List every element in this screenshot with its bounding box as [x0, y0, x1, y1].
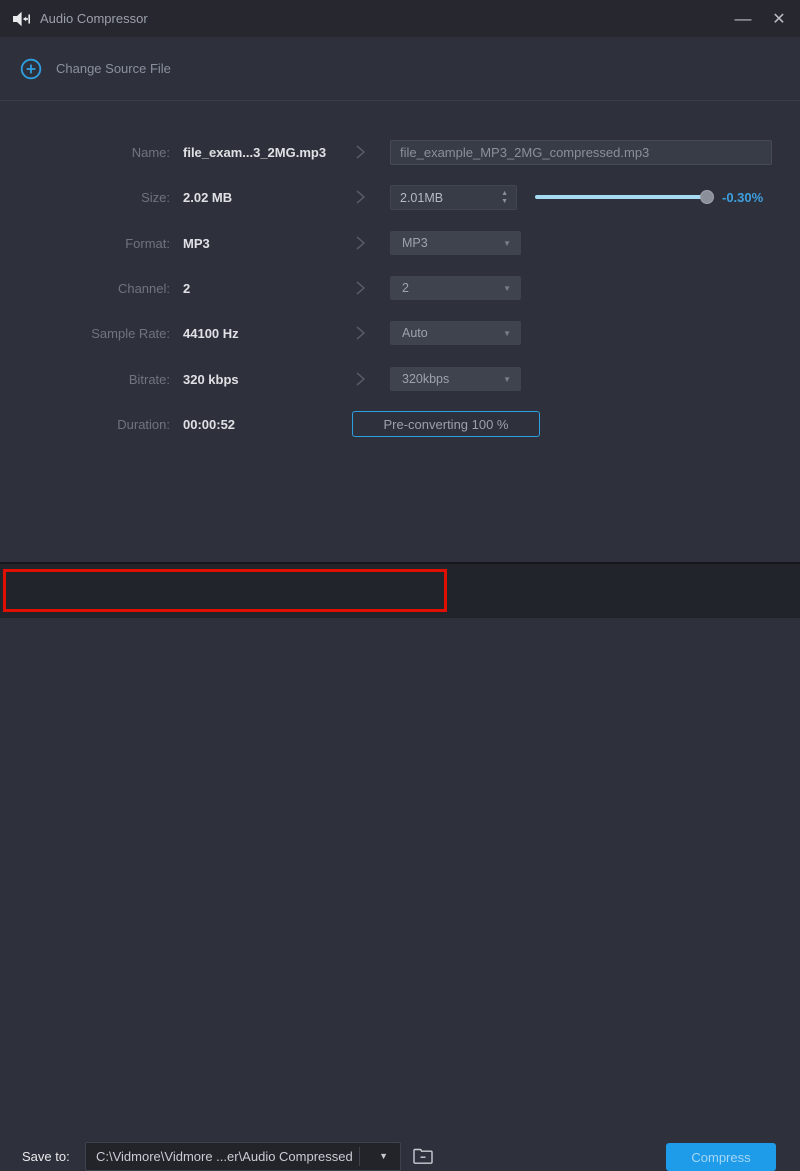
target-size-spinner[interactable]: 2.01MB ▲ ▼ [390, 185, 517, 210]
output-filename-input[interactable] [390, 140, 772, 165]
size-label: Size: [0, 190, 170, 205]
sample-rate-dropdown[interactable]: Auto ▼ [390, 321, 521, 345]
window-title: Audio Compressor [40, 11, 148, 26]
size-value: 2.02 MB [183, 190, 232, 205]
format-dropdown[interactable]: MP3 ▼ [390, 231, 521, 255]
duration-value: 00:00:52 [183, 417, 235, 432]
compression-ratio-label: -0.30% [722, 190, 763, 205]
sample-rate-dropdown-value: Auto [402, 326, 428, 340]
caret-down-icon[interactable]: ▼ [379, 1143, 388, 1170]
chevron-right-icon [352, 280, 368, 301]
preconverting-button[interactable]: Pre-converting 100 % [352, 411, 540, 437]
title-bar: Audio Compressor — ✕ [0, 0, 800, 37]
channel-dropdown-value: 2 [402, 281, 409, 295]
bitrate-label: Bitrate: [0, 372, 170, 387]
audio-compressor-window: Audio Compressor — ✕ Change Source File … [0, 0, 800, 618]
channel-value: 2 [183, 281, 190, 296]
save-path-combobox[interactable]: C:\Vidmore\Vidmore ...er\Audio Compresse… [85, 1142, 401, 1171]
name-label: Name: [0, 145, 170, 160]
channel-dropdown[interactable]: 2 ▼ [390, 276, 521, 300]
minimize-button[interactable]: — [726, 0, 760, 37]
footer-bar: Save to: C:\Vidmore\Vidmore ...er\Audio … [0, 562, 800, 618]
bitrate-dropdown-value: 320kbps [402, 372, 449, 386]
chevron-right-icon [352, 189, 368, 210]
folder-icon [412, 1148, 434, 1165]
size-slider-thumb[interactable] [700, 190, 714, 204]
size-slider-track[interactable] [535, 195, 712, 199]
duration-label: Duration: [0, 417, 170, 432]
chevron-right-icon [352, 325, 368, 346]
save-to-label: Save to: [22, 1149, 70, 1164]
caret-down-icon: ▼ [503, 375, 511, 384]
chevron-right-icon [352, 144, 368, 165]
save-path-value: C:\Vidmore\Vidmore ...er\Audio Compresse… [96, 1143, 355, 1170]
target-size-value: 2.01MB [391, 191, 501, 205]
caret-down-icon: ▼ [503, 239, 511, 248]
caret-down-icon: ▼ [503, 329, 511, 338]
combo-separator [359, 1147, 360, 1166]
plus-circle-icon [20, 58, 42, 80]
chevron-right-icon [352, 371, 368, 392]
bitrate-value: 320 kbps [183, 372, 239, 387]
compress-button[interactable]: Compress [666, 1143, 776, 1171]
change-source-file-button[interactable]: Change Source File [20, 58, 171, 80]
size-slider[interactable] [535, 190, 712, 204]
caret-down-icon: ▼ [503, 284, 511, 293]
chevron-right-icon [352, 235, 368, 256]
spin-down-button[interactable]: ▼ [501, 199, 508, 205]
close-button[interactable]: ✕ [762, 0, 796, 37]
format-value: MP3 [183, 236, 210, 251]
sample-rate-label: Sample Rate: [0, 326, 170, 341]
bitrate-dropdown[interactable]: 320kbps ▼ [390, 367, 521, 391]
format-label: Format: [0, 236, 170, 251]
browse-folder-button[interactable] [408, 1143, 438, 1170]
channel-label: Channel: [0, 281, 170, 296]
spin-up-button[interactable]: ▲ [501, 191, 508, 197]
change-source-label: Change Source File [56, 61, 171, 76]
source-bar: Change Source File [0, 37, 800, 101]
sample-rate-value: 44100 Hz [183, 326, 239, 341]
speaker-compress-icon [13, 11, 31, 27]
name-value: file_exam...3_2MG.mp3 [183, 145, 326, 160]
format-dropdown-value: MP3 [402, 236, 428, 250]
